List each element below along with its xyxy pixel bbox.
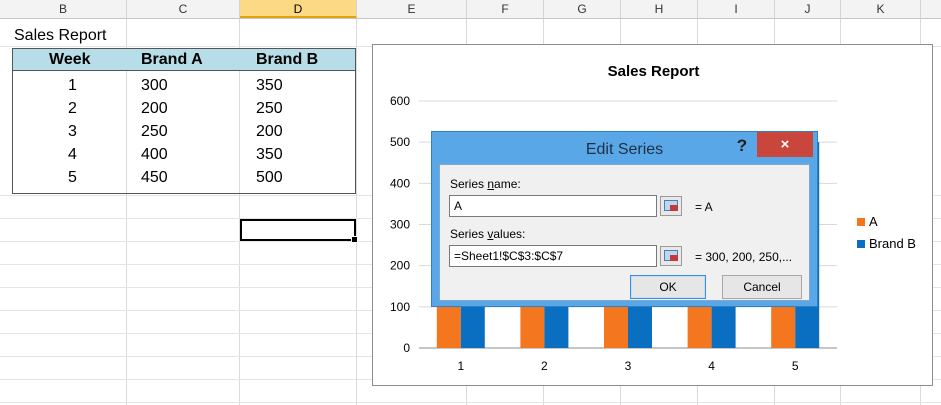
table-cell-brand-b[interactable]: 500 (256, 168, 283, 188)
label-text: Series (450, 227, 488, 241)
legend-swatch-orange (857, 218, 865, 226)
table-header-brand-a[interactable]: Brand A (141, 49, 203, 70)
sheet-title-cell[interactable]: Sales Report (14, 26, 107, 46)
series-values-range-button[interactable] (660, 246, 682, 266)
table-row: 1 300 350 (13, 76, 355, 96)
series-name-preview: = A (695, 200, 713, 214)
y-tick-label[interactable]: 300 (390, 218, 410, 232)
edit-series-dialog[interactable]: Edit Series ? × Series name: A = A Serie… (431, 131, 818, 307)
table-header-row: Week Brand A Brand B (13, 49, 355, 71)
legend-item-series-2[interactable]: Brand B (857, 233, 916, 255)
column-header-d[interactable]: D (240, 0, 357, 18)
range-selector-icon-accent (670, 205, 678, 211)
series-name-range-button[interactable] (660, 196, 682, 216)
cancel-button[interactable]: Cancel (722, 275, 802, 299)
table-cell-week[interactable]: 5 (68, 168, 77, 188)
y-tick-label[interactable]: 600 (390, 94, 410, 108)
legend-swatch-blue (857, 240, 865, 248)
table-cell-brand-b[interactable]: 350 (256, 145, 283, 165)
legend-label: Brand B (869, 236, 916, 251)
table-cell-week[interactable]: 1 (68, 76, 77, 96)
column-header-row: B C D E F G H I J K (0, 0, 941, 19)
legend-label: A (869, 214, 878, 229)
y-tick-label[interactable]: 0 (403, 341, 410, 355)
column-header-k[interactable]: K (841, 0, 921, 18)
column-header-i[interactable]: I (698, 0, 775, 18)
series-values-label: Series values: (450, 227, 525, 241)
table-cell-brand-a[interactable]: 450 (141, 168, 168, 188)
active-cell-selection[interactable] (240, 219, 358, 243)
table-row: 3 250 200 (13, 122, 355, 142)
range-selector-icon-accent (670, 255, 678, 261)
table-cell-brand-a[interactable]: 200 (141, 99, 168, 119)
table-cell-week[interactable]: 4 (68, 145, 77, 165)
series-values-input[interactable]: =Sheet1!$C$3:$C$7 (449, 245, 657, 267)
sales-data-table: Week Brand A Brand B 1 300 350 2 200 250… (12, 48, 356, 194)
help-button[interactable]: ? (733, 134, 751, 158)
column-header-f[interactable]: F (467, 0, 544, 18)
x-tick-label[interactable]: 1 (457, 359, 464, 373)
table-cell-brand-a[interactable]: 250 (141, 122, 168, 142)
table-row: 5 450 500 (13, 168, 355, 188)
table-cell-brand-a[interactable]: 300 (141, 76, 168, 96)
table-row: 2 200 250 (13, 99, 355, 119)
column-header-e[interactable]: E (357, 0, 467, 18)
table-row: 4 400 350 (13, 145, 355, 165)
chart-legend[interactable]: A Brand B (857, 211, 916, 255)
dialog-body: Series name: A = A Series values: =Sheet… (439, 164, 810, 301)
grid-line (0, 402, 941, 403)
y-tick-label[interactable]: 100 (390, 300, 410, 314)
label-text: Series (450, 177, 488, 191)
y-tick-label[interactable]: 400 (390, 176, 410, 190)
label-text: ame: (494, 177, 521, 191)
table-cell-brand-b[interactable]: 200 (256, 122, 283, 142)
label-text: alues: (493, 227, 526, 241)
x-tick-label[interactable]: 3 (625, 359, 632, 373)
x-tick-label[interactable]: 4 (708, 359, 715, 373)
table-header-week[interactable]: Week (49, 49, 91, 70)
ok-button[interactable]: OK (630, 275, 706, 299)
grid-line (356, 19, 357, 405)
series-name-label: Series name: (450, 177, 521, 191)
x-tick-label[interactable]: 2 (541, 359, 548, 373)
close-icon: × (780, 136, 790, 153)
column-header-b[interactable]: B (0, 0, 127, 18)
column-header-g[interactable]: G (544, 0, 621, 18)
table-cell-brand-a[interactable]: 400 (141, 145, 168, 165)
column-header-c[interactable]: C (127, 0, 240, 18)
table-cell-week[interactable]: 2 (68, 99, 77, 119)
series-values-preview: = 300, 200, 250,... (695, 250, 793, 264)
series-name-input[interactable]: A (449, 195, 657, 217)
y-tick-label[interactable]: 200 (390, 259, 410, 273)
close-button[interactable]: × (757, 132, 813, 157)
table-cell-brand-b[interactable]: 250 (256, 99, 283, 119)
legend-item-series-1[interactable]: A (857, 211, 916, 233)
y-tick-label[interactable]: 500 (390, 135, 410, 149)
table-cell-week[interactable]: 3 (68, 122, 77, 142)
x-tick-label[interactable]: 5 (792, 359, 799, 373)
column-header-h[interactable]: H (621, 0, 698, 18)
table-header-brand-b[interactable]: Brand B (256, 49, 318, 70)
table-cell-brand-b[interactable]: 350 (256, 76, 283, 96)
column-header-j[interactable]: J (775, 0, 841, 18)
